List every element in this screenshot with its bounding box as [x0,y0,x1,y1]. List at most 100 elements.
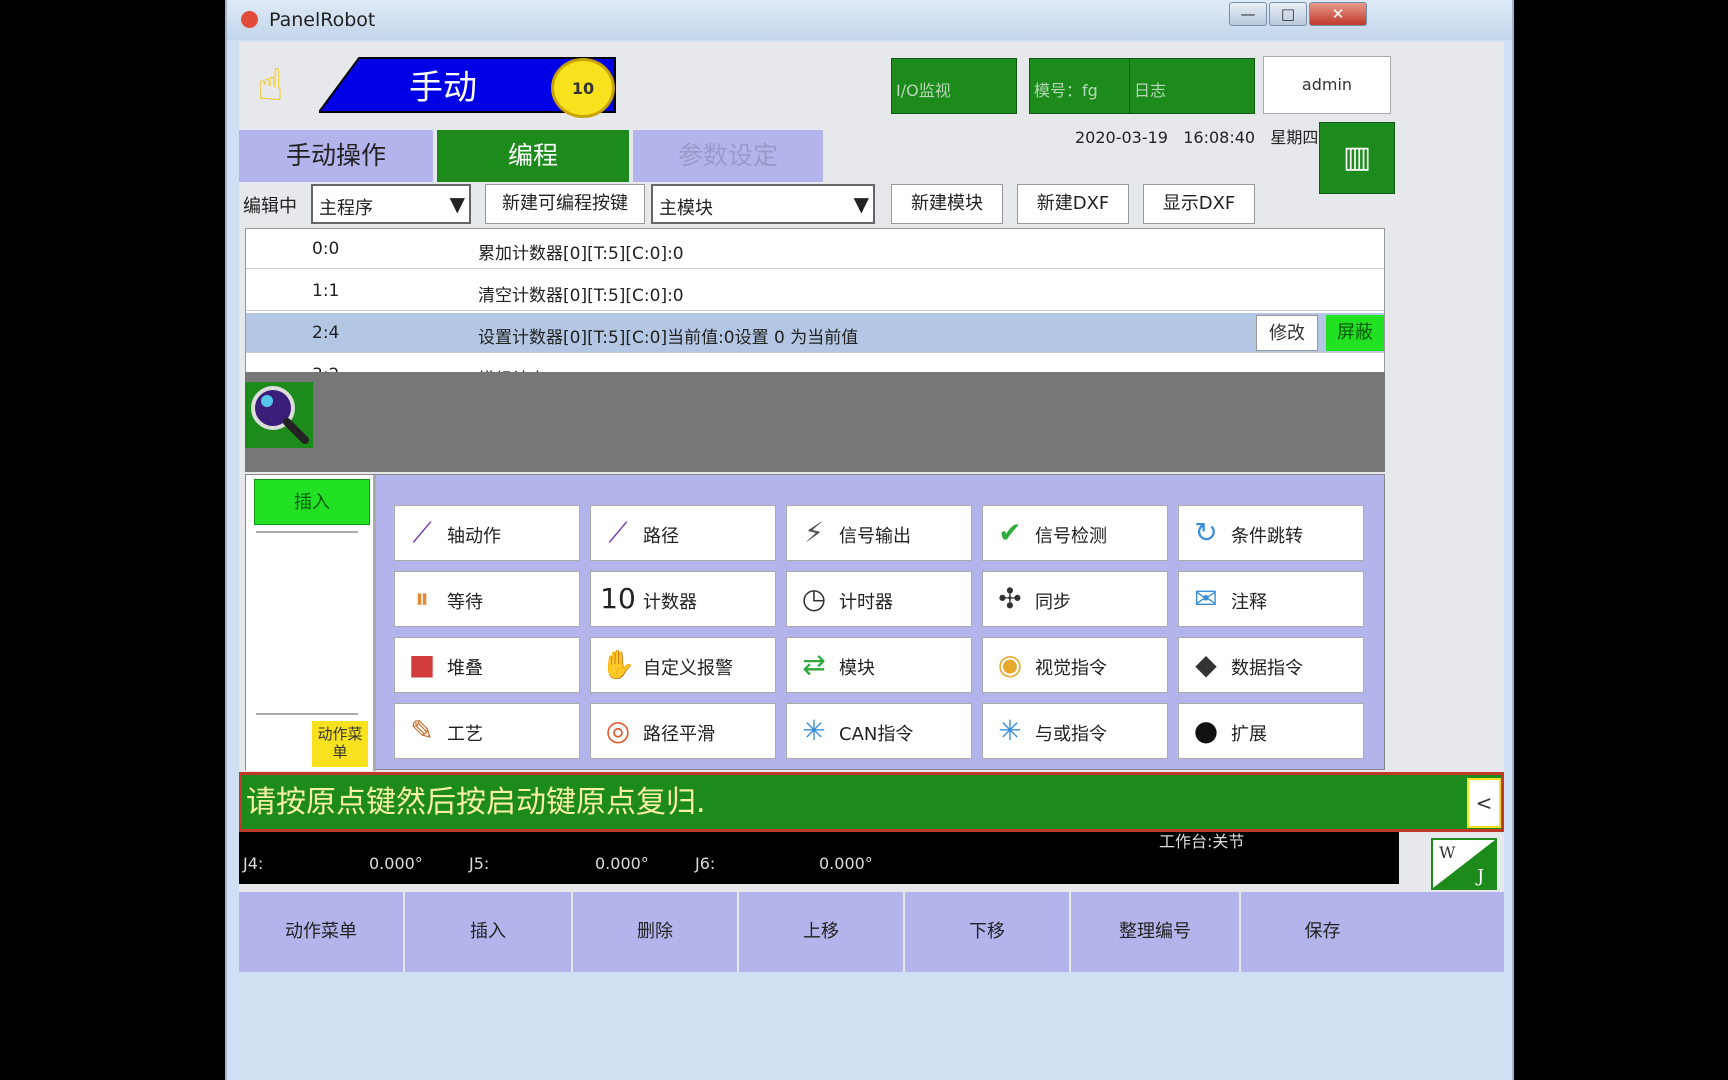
command-button[interactable]: 10 计数器 [590,571,776,627]
bottom-toolbar: 动作菜单 插入 删除 上移 下移 整理编号 保存 [239,892,1504,972]
row-command: 累加计数器[0][T:5][C:0]:0 [478,244,684,264]
renumber-button[interactable]: 整理编号 [1071,892,1241,972]
datetime: 2020-03-19 16:08:40 星期四 [1075,124,1318,148]
weekday-text: 星期四 [1270,128,1319,147]
command-button[interactable]: ⟋ 轴动作 [394,505,580,561]
minimize-button[interactable]: — [1229,2,1267,26]
user-button[interactable]: admin [1263,56,1391,114]
insert-strip: 插入 动作菜单 [246,475,376,771]
message-collapse-button[interactable]: < [1467,778,1501,828]
command-button[interactable]: ✔ 信号检测 [982,505,1168,561]
insert-mode-button[interactable]: 插入 [254,479,370,525]
command-button[interactable]: ◉ 视觉指令 [982,637,1168,693]
close-button[interactable]: ✕ [1309,2,1367,26]
wj-toggle-graphic: W J [1433,840,1495,888]
command-button[interactable]: ✳ 与或指令 [982,703,1168,759]
command-button[interactable]: ⚡ 信号输出 [786,505,972,561]
side-panel-toggle[interactable]: ▥ [1319,122,1395,194]
new-button-key-button[interactable]: 新建可编程按键 [485,184,645,224]
client-area: ☝ 手动 10 I/O监视 模号：fg 日志 admin 2020-03-19 … [239,42,1504,1072]
command-button[interactable]: ◎ 路径平滑 [590,703,776,759]
command-label: 数据指令 [1231,658,1303,679]
j5-value: 0.000° [595,854,649,873]
program-select-value: 主程序 [319,198,373,219]
command-button[interactable]: ◷ 计时器 [786,571,972,627]
coordinate-readout: J4: 0.000° J5: 0.000° J6: 0.000° 工作台:关节 [239,832,1399,884]
action-menu-button[interactable]: 动作菜单 [239,892,405,972]
world-joint-toggle[interactable]: W J [1431,838,1497,890]
command-button[interactable]: ✣ 同步 [982,571,1168,627]
command-button[interactable]: ⏸ 等待 [394,571,580,627]
table-row[interactable]: 1:1 清空计数器[0][T:5][C:0]:0 [246,271,1384,311]
command-label: 信号输出 [839,526,911,547]
j6-label: J6: [695,854,716,873]
command-button[interactable]: ✉ 注释 [1178,571,1364,627]
path-icon: ⟋ [608,516,628,549]
row-command: 清空计数器[0][T:5][C:0]:0 [478,286,684,306]
counter-icon: 10 [600,582,636,615]
command-button[interactable]: ◆ 数据指令 [1178,637,1364,693]
status-message: 请按原点键然后按启动键原点复归. [239,772,1504,832]
command-button[interactable]: ⇄ 模块 [786,637,972,693]
maximize-button[interactable]: □ [1269,2,1307,26]
tab-params[interactable]: 参数设定 [633,130,823,182]
divider [256,531,358,533]
command-button[interactable]: ⟋ 路径 [590,505,776,561]
tab-manual[interactable]: 手动操作 [239,130,433,182]
modify-button[interactable]: 修改 [1256,315,1318,351]
show-dxf-button[interactable]: 显示DXF [1143,184,1255,224]
program-select[interactable]: 主程序 ▼ [311,184,471,224]
command-label: 自定义报警 [643,658,733,679]
command-label: 工艺 [447,724,483,745]
log-button[interactable]: 日志 [1129,58,1255,114]
new-dxf-button[interactable]: 新建DXF [1017,184,1129,224]
search-button[interactable] [245,382,313,448]
program-table: 0:0 累加计数器[0][T:5][C:0]:0 1:1 清空计数器[0][T:… [245,228,1385,392]
command-label: 模块 [839,658,875,679]
insert-button[interactable]: 插入 [405,892,573,972]
data-command-icon: ◆ [1195,648,1217,681]
command-label: CAN指令 [839,724,914,745]
timer-icon: ◷ [801,582,827,615]
command-button[interactable]: ■ 堆叠 [394,637,580,693]
command-label: 堆叠 [447,658,483,679]
table-row-selected[interactable]: 2:4 设置计数器[0][T:5][C:0]当前值:0设置 0 为当前值 修改 … [246,313,1384,353]
save-button[interactable]: 保存 [1241,892,1404,972]
command-label: 轴动作 [447,526,501,547]
path-smooth-icon: ◎ [605,714,631,747]
command-button[interactable]: ✎ 工艺 [394,703,580,759]
action-menu-button-small[interactable]: 动作菜单 [312,721,368,767]
magnifier-icon [251,386,309,444]
row-number: 1:1 [312,281,340,301]
command-button[interactable]: ✳ CAN指令 [786,703,972,759]
custom-alarm-icon: ✋ [600,648,636,681]
command-button[interactable]: ● 扩展 [1178,703,1364,759]
chevron-down-icon: ▼ [853,192,869,216]
table-row[interactable]: 0:0 累加计数器[0][T:5][C:0]:0 [246,229,1384,269]
wait-icon: ⏸ [414,582,429,615]
editing-label: 编辑中 [243,196,297,217]
window-title: PanelRobot [269,9,376,31]
new-module-button[interactable]: 新建模块 [891,184,1003,224]
command-label: 视觉指令 [1035,658,1107,679]
delete-button[interactable]: 删除 [573,892,739,972]
speed-dial[interactable]: 10 [551,58,615,118]
block-button[interactable]: 屏蔽 [1326,315,1384,351]
command-label: 扩展 [1231,724,1267,745]
command-button[interactable]: ↻ 条件跳转 [1178,505,1364,561]
io-monitor-button[interactable]: I/O监视 [891,58,1017,114]
move-down-button[interactable]: 下移 [905,892,1071,972]
process-icon: ✎ [410,714,434,747]
module-icon: ⇄ [802,648,826,681]
tab-program[interactable]: 编程 [437,130,629,182]
command-label: 条件跳转 [1231,526,1303,547]
move-up-button[interactable]: 上移 [739,892,905,972]
module-select[interactable]: 主模块 ▼ [651,184,875,224]
app-icon [241,11,258,28]
divider [256,713,358,715]
command-button[interactable]: ✋ 自定义报警 [590,637,776,693]
vision-icon: ◉ [997,648,1023,681]
stack-icon: ■ [408,648,436,681]
conditional-jump-icon: ↻ [1194,516,1218,549]
j4-label: J4: [243,854,264,873]
